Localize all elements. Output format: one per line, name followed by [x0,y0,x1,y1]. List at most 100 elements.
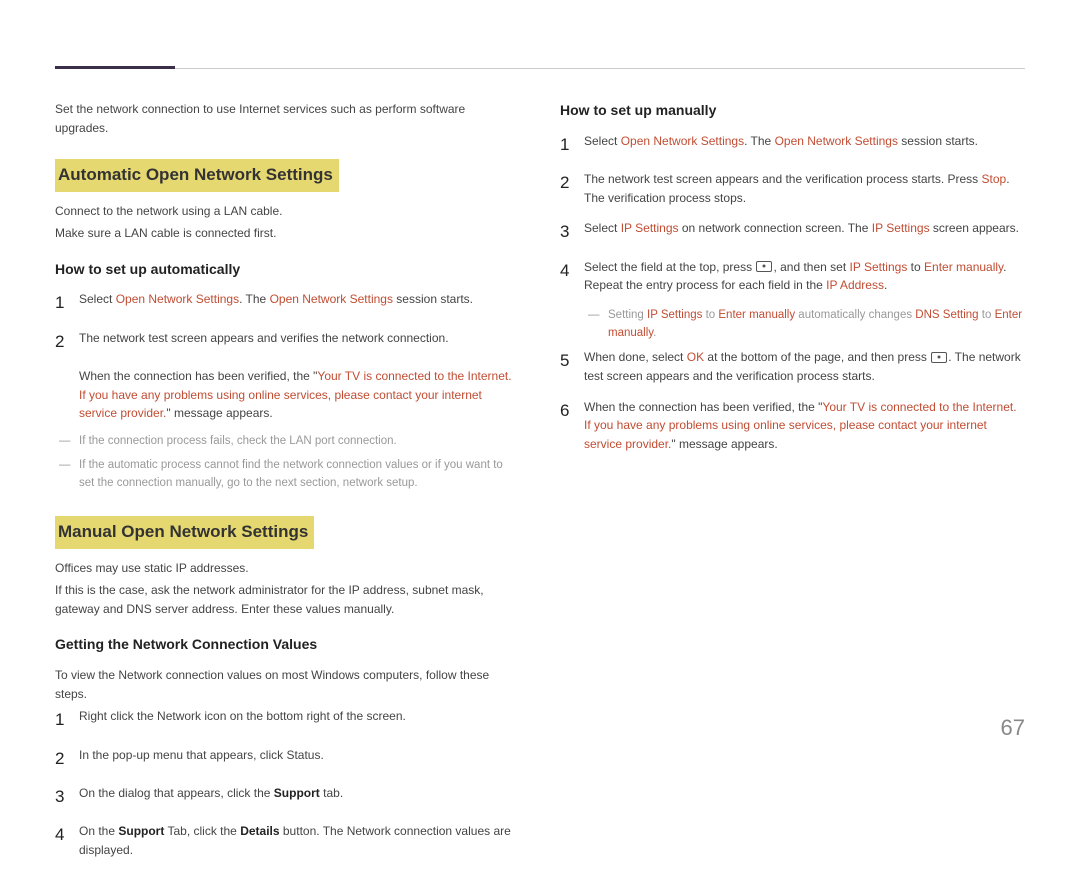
highlight: Open Network Settings [270,292,393,306]
highlight: Enter manually [924,260,1003,274]
step-3: 3 Select IP Settings on network connecti… [560,219,1025,245]
text: Select [584,221,621,235]
text: When the connection has been verified, t… [79,369,317,383]
highlight: Stop [982,172,1007,186]
step-text: When the connection has been verified, t… [584,398,1025,454]
text: session starts. [393,292,473,306]
intro-text: Set the network connection to use Intern… [55,100,520,137]
text: " message appears. [671,437,777,451]
step-text: Select Open Network Settings. The Open N… [79,290,520,316]
text: session starts. [898,134,978,148]
text: . The [744,134,774,148]
step-number: 1 [55,707,79,733]
step-2: 2 The network test screen appears and ve… [55,329,520,355]
step-text: Right click the Network icon on the bott… [79,707,520,733]
highlight: IP Address [826,278,884,292]
highlight: Open Network Settings [621,134,744,148]
page-number: 67 [1001,715,1025,741]
step-number: 6 [560,398,584,454]
highlight: IP Settings [621,221,679,235]
text: , and then set [773,260,849,274]
step-2: 2 In the pop-up menu that appears, click… [55,746,520,772]
step-number: 5 [560,348,584,385]
step-5: 5 When done, select OK at the bottom of … [560,348,1025,385]
highlight: OK [687,350,704,364]
step-text: On the dialog that appears, click the Su… [79,784,520,810]
text: On the dialog that appears, click the [79,786,274,800]
sub-heading-values: Getting the Network Connection Values [55,634,520,656]
step-number: 2 [55,746,79,772]
text: screen appears. [930,221,1019,235]
step-3: 3 On the dialog that appears, click the … [55,784,520,810]
para: Offices may use static IP addresses. [55,559,520,578]
header-rule [55,68,1025,69]
highlight: Enter manually [718,309,795,321]
text: at the bottom of the page, and then pres… [704,350,930,364]
step-6: 6 When the connection has been verified,… [560,398,1025,454]
step-number: 4 [560,258,584,295]
bold: Support [118,824,164,838]
note-text: If the connection process fails, check t… [79,433,397,451]
section-heading-automatic: Automatic Open Network Settings [55,159,339,191]
note-text: If the automatic process cannot find the… [79,457,520,493]
note: ― If the automatic process cannot find t… [55,457,520,493]
text: tab. [320,786,343,800]
text: On the [79,824,118,838]
step-number: 1 [560,132,584,158]
step-text: Select the field at the top, press , and… [584,258,1025,295]
text: When done, select [584,350,687,364]
highlight: Open Network Settings [775,134,898,148]
left-column: Set the network connection to use Intern… [55,100,520,872]
step-number: 3 [560,219,584,245]
header-accent-bar [55,66,175,69]
note: ― If the connection process fails, check… [55,433,520,451]
highlight: Open Network Settings [116,292,239,306]
step-2: 2 The network test screen appears and th… [560,170,1025,207]
para: To view the Network connection values on… [55,666,520,703]
text: . The [239,292,269,306]
para: Connect to the network using a LAN cable… [55,202,520,221]
enter-button-icon [756,261,772,272]
step-4: 4 On the Support Tab, click the Details … [55,822,520,859]
sub-heading-auto: How to set up automatically [55,259,520,281]
text: Select [79,292,116,306]
step-number: 4 [55,822,79,859]
text: to [979,309,995,321]
step-number: 2 [560,170,584,207]
text: Setting [608,309,647,321]
highlight: IP Settings [872,221,930,235]
text: on network connection screen. The [679,221,872,235]
verified-message: When the connection has been verified, t… [79,367,520,423]
step-number: 3 [55,784,79,810]
sub-heading-manual-setup: How to set up manually [560,100,1025,122]
note: ― Setting IP Settings to Enter manually … [584,307,1025,343]
para: If this is the case, ask the network adm… [55,581,520,618]
text: to [907,260,924,274]
text: . [884,278,887,292]
step-text: Select IP Settings on network connection… [584,219,1025,245]
step-text: In the pop-up menu that appears, click S… [79,746,520,772]
text: When the connection has been verified, t… [584,400,822,414]
highlight: IP Settings [647,309,702,321]
text: Tab, click the [164,824,240,838]
text: . [653,327,656,339]
text: The network test screen appears and the … [584,172,982,186]
text: Select the field at the top, press [584,260,755,274]
step-number: 1 [55,290,79,316]
step-text: Select Open Network Settings. The Open N… [584,132,1025,158]
step-text: When done, select OK at the bottom of th… [584,348,1025,385]
section-heading-manual: Manual Open Network Settings [55,516,314,548]
para: Make sure a LAN cable is connected first… [55,224,520,243]
highlight: IP Settings [850,260,908,274]
bold: Details [240,824,279,838]
dash-icon: ― [55,457,79,493]
step-text: The network test screen appears and veri… [79,329,520,355]
step-4: 4 Select the field at the top, press , a… [560,258,1025,295]
step-1: 1 Select Open Network Settings. The Open… [560,132,1025,158]
bold: Support [274,786,320,800]
step-1: 1 Right click the Network icon on the bo… [55,707,520,733]
step-1: 1 Select Open Network Settings. The Open… [55,290,520,316]
step-text: The network test screen appears and the … [584,170,1025,207]
text: to [702,309,718,321]
step-number: 2 [55,329,79,355]
